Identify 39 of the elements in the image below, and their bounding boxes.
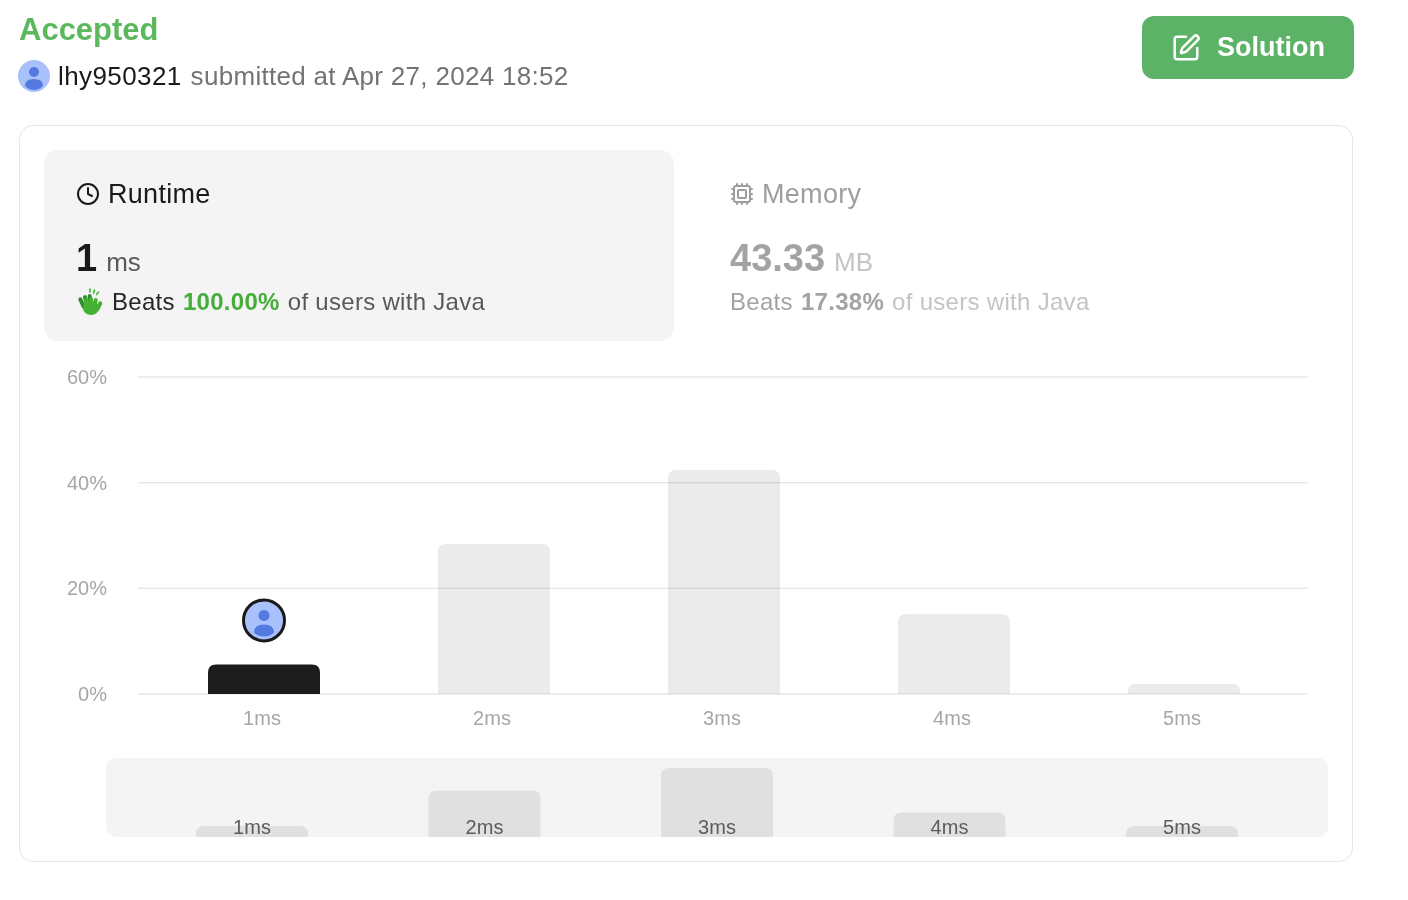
user-avatar-icon (242, 598, 286, 643)
beats-label: Beats (112, 287, 175, 317)
x-axis-label: 5ms (1163, 707, 1201, 729)
beats-suffix: of users with Java (287, 287, 486, 317)
x-axis-label: 3ms (703, 707, 741, 729)
stat-unit: MB (834, 246, 874, 278)
beats-percent: 17.38% (800, 287, 885, 317)
stat-unit: ms (106, 246, 141, 278)
chip-icon (730, 182, 754, 206)
beats-suffix: of users with Java (892, 287, 1090, 317)
beats-percent: 100.00% (182, 287, 280, 317)
username-link[interactable]: lhy950321 (58, 60, 182, 92)
submission-time: submitted at Apr 27, 2024 18:52 (190, 60, 569, 92)
y-axis-label: 20% (66, 577, 107, 600)
status-title: Accepted (19, 12, 159, 48)
overview-label: 2ms (465, 816, 504, 837)
overview-label: 1ms (233, 816, 271, 837)
beats-label: Beats (730, 287, 793, 317)
stat-value: 43.33 (730, 236, 826, 280)
chart-bar[interactable] (208, 664, 320, 694)
user-avatar-icon (18, 60, 50, 92)
y-axis-label: 0% (78, 683, 107, 705)
stat-title: Runtime (108, 178, 211, 210)
overview-label: 5ms (1163, 816, 1201, 837)
edit-icon (1171, 32, 1201, 63)
overview-label: 3ms (698, 816, 736, 837)
overview-label: 4ms (930, 816, 969, 837)
clock-icon (76, 182, 100, 206)
stat-panel[interactable]: Runtime 1 ms Beats 100.00% of users with Java (44, 150, 674, 341)
clapping-hands-icon (76, 288, 104, 316)
x-axis-label: 2ms (473, 707, 511, 729)
range-overview-panel[interactable]: 1ms 2ms 3ms 4ms 5ms (106, 758, 1328, 837)
x-axis-label: 1ms (243, 707, 281, 729)
y-axis-label: 40% (66, 471, 107, 494)
stat-title: Memory (762, 178, 862, 210)
stat-panel[interactable]: Memory 43.33 MB Beats 17.38% of users with Java (698, 150, 1328, 341)
x-axis-label: 4ms (933, 707, 971, 729)
stat-value: 1 (76, 236, 98, 280)
y-axis-label: 60% (66, 366, 107, 388)
